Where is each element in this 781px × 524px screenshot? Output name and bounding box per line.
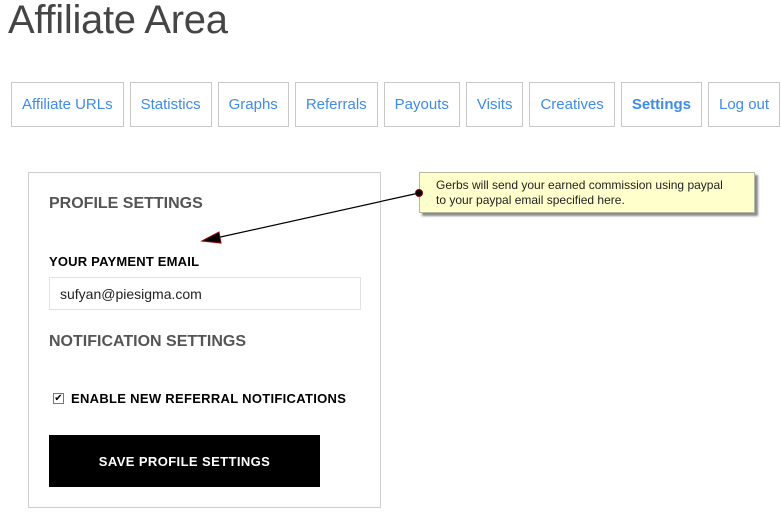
tab-affiliate-urls[interactable]: Affiliate URLs <box>11 82 124 127</box>
annotation-line-1: Gerbs will send your earned commission u… <box>436 178 723 192</box>
notification-settings-heading: NOTIFICATION SETTINGS <box>49 333 247 350</box>
referral-notifications-checkbox[interactable]: ✔ <box>53 393 64 404</box>
payment-email-label: YOUR PAYMENT EMAIL <box>49 254 200 269</box>
save-profile-settings-button[interactable]: SAVE PROFILE SETTINGS <box>49 435 320 487</box>
referral-notifications-label[interactable]: ENABLE NEW REFERRAL NOTIFICATIONS <box>71 391 346 406</box>
referral-notifications-option[interactable]: ✔ ENABLE NEW REFERRAL NOTIFICATIONS <box>53 391 346 406</box>
payment-email-input[interactable] <box>49 277 361 310</box>
tab-referrals[interactable]: Referrals <box>294 82 378 127</box>
profile-settings-heading: PROFILE SETTINGS <box>49 195 203 212</box>
tab-statistics[interactable]: Statistics <box>129 82 212 127</box>
tab-settings[interactable]: Settings <box>620 82 702 127</box>
tab-creatives[interactable]: Creatives <box>529 82 615 127</box>
tab-graphs[interactable]: Graphs <box>217 82 289 127</box>
tab-payouts[interactable]: Payouts <box>383 82 460 127</box>
tab-log-out[interactable]: Log out <box>708 82 781 127</box>
page-title: Affiliate Area <box>8 0 228 42</box>
settings-panel: PROFILE SETTINGS YOUR PAYMENT EMAIL NOTI… <box>28 172 381 508</box>
annotation-line-2: to your paypal email specified here. <box>436 193 625 207</box>
tab-visits[interactable]: Visits <box>465 82 524 127</box>
annotation-callout: Gerbs will send your earned commission u… <box>419 172 755 213</box>
affiliate-tabs: Affiliate URLs Statistics Graphs Referra… <box>11 82 781 127</box>
checkmark-icon: ✔ <box>54 392 63 404</box>
